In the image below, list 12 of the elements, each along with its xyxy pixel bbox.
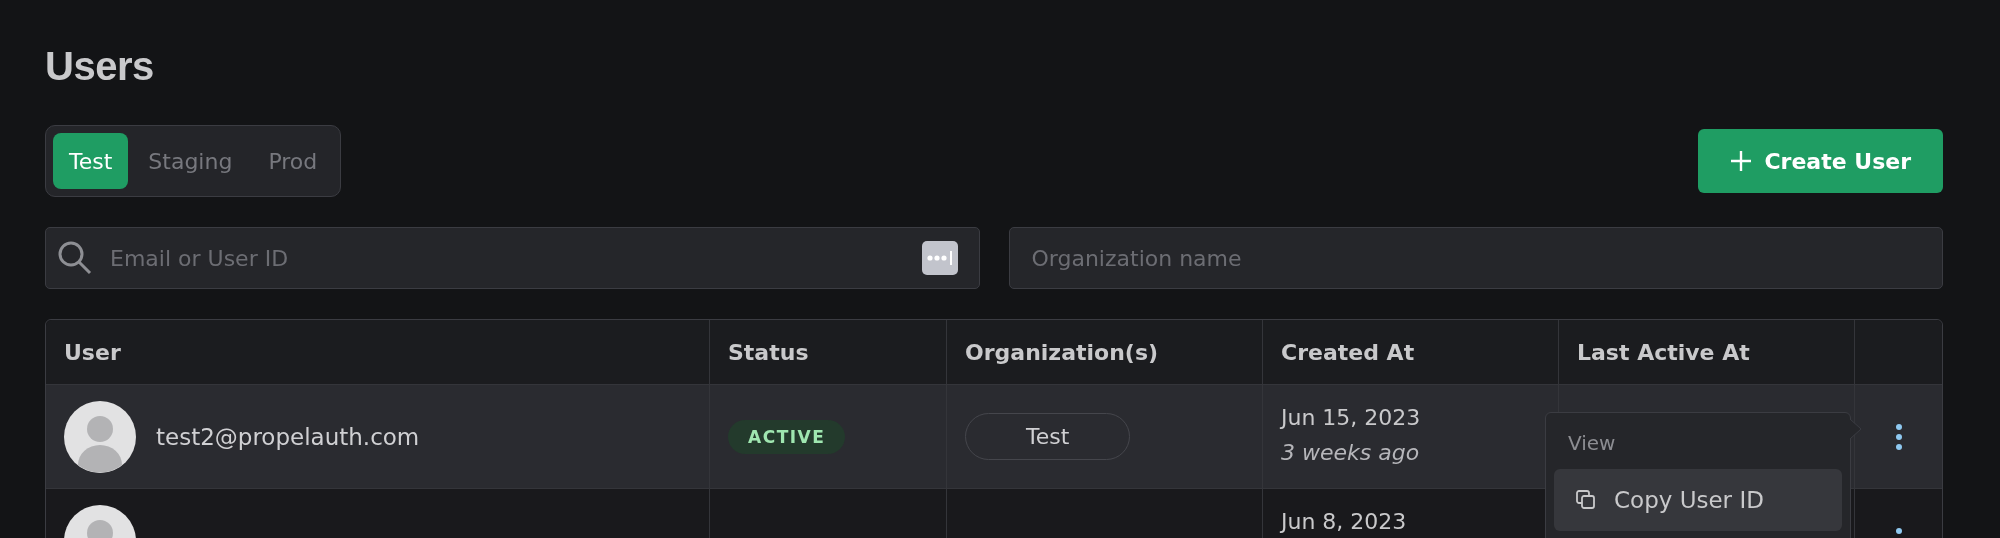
column-header: Organization(s) (947, 320, 1263, 384)
page-title: Users (45, 43, 155, 90)
column-header: Created At (1263, 320, 1559, 384)
column-header: User (46, 320, 710, 384)
column-header: Last Active At (1559, 320, 1855, 384)
menu-section-label: View (1567, 430, 1617, 457)
status-badge: ACTIVE (728, 419, 846, 454)
column-header: Status (710, 320, 947, 384)
created-relative-time: 3 weeks ago (1281, 440, 1421, 465)
user-email: test2@propelauth.com (156, 423, 420, 450)
created-date: Jun 15, 2023 (1281, 405, 1421, 430)
created-date: Jun 8, 2023 (1281, 509, 1407, 534)
